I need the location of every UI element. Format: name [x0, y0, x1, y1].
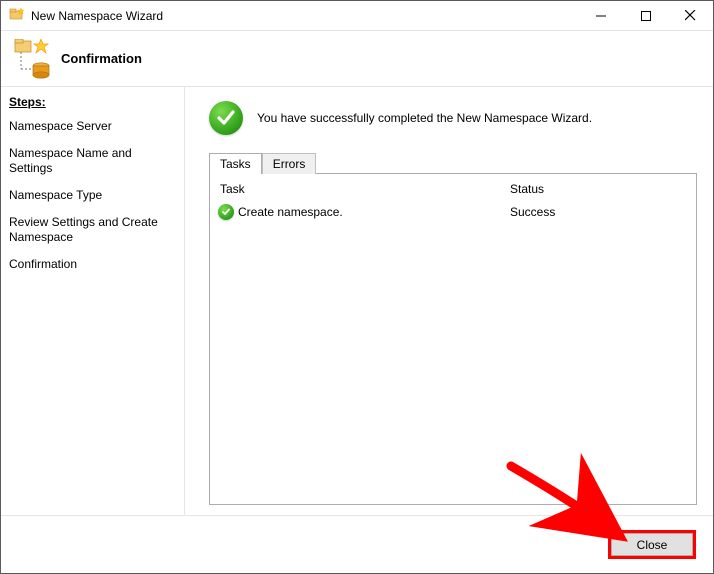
- tab-tasks[interactable]: Tasks: [209, 153, 262, 174]
- step-namespace-server[interactable]: Namespace Server: [1, 113, 184, 140]
- wizard-header: Confirmation: [1, 31, 713, 87]
- wizard-header-icon: [11, 39, 47, 79]
- table-header: Task Status: [210, 174, 696, 200]
- step-namespace-name-settings[interactable]: Namespace Name and Settings: [1, 140, 184, 182]
- row-success-icon: [218, 204, 238, 220]
- close-button[interactable]: Close: [611, 533, 693, 556]
- close-window-button[interactable]: [668, 1, 713, 30]
- minimize-button[interactable]: [578, 1, 623, 30]
- row-task-text: Create namespace.: [238, 205, 510, 219]
- row-status-text: Success: [510, 205, 686, 219]
- success-row: You have successfully completed the New …: [209, 101, 697, 135]
- page-heading: Confirmation: [61, 51, 142, 66]
- column-task: Task: [220, 182, 510, 196]
- window-controls: [578, 1, 713, 30]
- button-bar: Close: [1, 515, 713, 573]
- main-content: You have successfully completed the New …: [185, 87, 713, 515]
- column-status: Status: [510, 182, 686, 196]
- window-title: New Namespace Wizard: [31, 9, 578, 23]
- success-message: You have successfully completed the New …: [257, 111, 592, 125]
- tasks-pane: Task Status Create namespace. Success: [209, 173, 697, 505]
- wizard-body: Steps: Namespace Server Namespace Name a…: [1, 87, 713, 515]
- steps-heading: Steps:: [1, 91, 184, 113]
- step-namespace-type[interactable]: Namespace Type: [1, 182, 184, 209]
- tabstrip: Tasks Errors: [209, 151, 697, 173]
- table-row: Create namespace. Success: [210, 200, 696, 224]
- titlebar: New Namespace Wizard: [1, 1, 713, 31]
- steps-sidebar: Steps: Namespace Server Namespace Name a…: [1, 87, 185, 515]
- step-confirmation[interactable]: Confirmation: [1, 251, 184, 278]
- wizard-window: New Namespace Wizard: [0, 0, 714, 574]
- success-icon: [209, 101, 243, 135]
- tab-errors[interactable]: Errors: [262, 153, 317, 174]
- wizard-folder-icon: [9, 6, 25, 25]
- step-review-create[interactable]: Review Settings and Create Namespace: [1, 209, 184, 251]
- maximize-button[interactable]: [623, 1, 668, 30]
